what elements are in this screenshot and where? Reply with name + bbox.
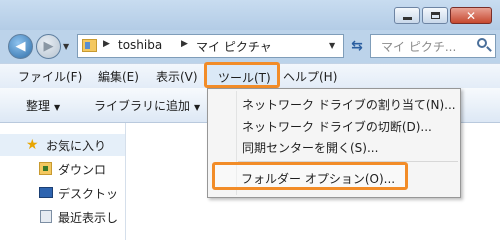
refresh-icon: ⇆	[351, 38, 363, 54]
add-to-library-label: ライブラリに追加	[94, 99, 191, 113]
address-bar[interactable]: ▶ toshiba ▶ マイ ピクチャ ▼	[77, 34, 344, 58]
close-button[interactable]: ✕	[450, 7, 492, 24]
breadcrumb-separator-icon[interactable]: ▶	[181, 39, 188, 49]
menu-tools-label: ツール(T)	[218, 71, 271, 85]
minimize-button[interactable]	[394, 7, 420, 24]
disconnect-network-drive-item[interactable]: ネットワーク ドライブの切断(D)...	[242, 118, 432, 135]
sidebar-item-downloads[interactable]: ダウンロ	[58, 161, 106, 178]
sidebar-item-recent[interactable]: 最近表示し	[58, 209, 118, 226]
chevron-down-icon: ▼	[54, 103, 61, 112]
minimize-icon	[402, 17, 412, 20]
desktop-icon	[39, 187, 53, 198]
navigation-pane: ★ お気に入り ダウンロ デスクトッ 最近表示し	[0, 123, 125, 240]
recent-places-icon	[40, 210, 52, 223]
refresh-button[interactable]: ⇆	[346, 34, 368, 58]
search-icon[interactable]	[477, 38, 487, 48]
menu-tools[interactable]: ツール(T)	[204, 62, 280, 88]
chevron-down-icon: ▼	[63, 42, 70, 51]
map-network-drive-item[interactable]: ネットワーク ドライブの割り当て(N)...	[242, 96, 456, 113]
menu-edit[interactable]: 編集(E)	[98, 68, 139, 85]
add-to-library-button[interactable]: ライブラリに追加 ▼	[94, 97, 200, 114]
close-icon: ✕	[465, 8, 477, 23]
maximize-icon	[430, 12, 440, 19]
menu-file[interactable]: ファイル(F)	[18, 68, 82, 85]
address-dropdown-icon[interactable]: ▼	[329, 41, 335, 50]
breadcrumb-my-pictures[interactable]: マイ ピクチャ	[196, 38, 272, 55]
organize-button[interactable]: 整理 ▼	[26, 97, 60, 114]
folder-options-item[interactable]: フォルダー オプション(O)...	[212, 162, 408, 190]
folder-icon	[82, 39, 97, 52]
menu-view[interactable]: 表示(V)	[156, 68, 198, 85]
star-icon: ★	[26, 137, 39, 153]
chevron-down-icon: ▼	[194, 103, 201, 112]
organize-label: 整理	[26, 99, 51, 113]
arrow-left-icon: ◀	[15, 39, 26, 54]
sidebar-item-favorites-label: お気に入り	[46, 139, 107, 153]
search-input[interactable]: マイ ピクチ...	[370, 34, 496, 58]
forward-button[interactable]: ▶	[36, 34, 61, 59]
sidebar-item-desktop[interactable]: デスクトッ	[58, 185, 118, 202]
open-sync-center-item[interactable]: 同期センターを開く(S)...	[242, 139, 378, 156]
download-folder-icon	[39, 162, 52, 175]
folder-options-label: フォルダー オプション(O)...	[241, 172, 396, 186]
back-button[interactable]: ◀	[8, 34, 33, 59]
search-placeholder: マイ ピクチ...	[381, 40, 457, 54]
menu-help[interactable]: ヘルプ(H)	[283, 68, 337, 85]
recent-pages-dropdown[interactable]: ▼	[63, 42, 69, 51]
maximize-button[interactable]	[422, 7, 448, 24]
arrow-right-icon: ▶	[43, 39, 54, 54]
breadcrumb-toshiba[interactable]: toshiba	[118, 38, 162, 52]
breadcrumb-separator-icon[interactable]: ▶	[103, 39, 110, 49]
